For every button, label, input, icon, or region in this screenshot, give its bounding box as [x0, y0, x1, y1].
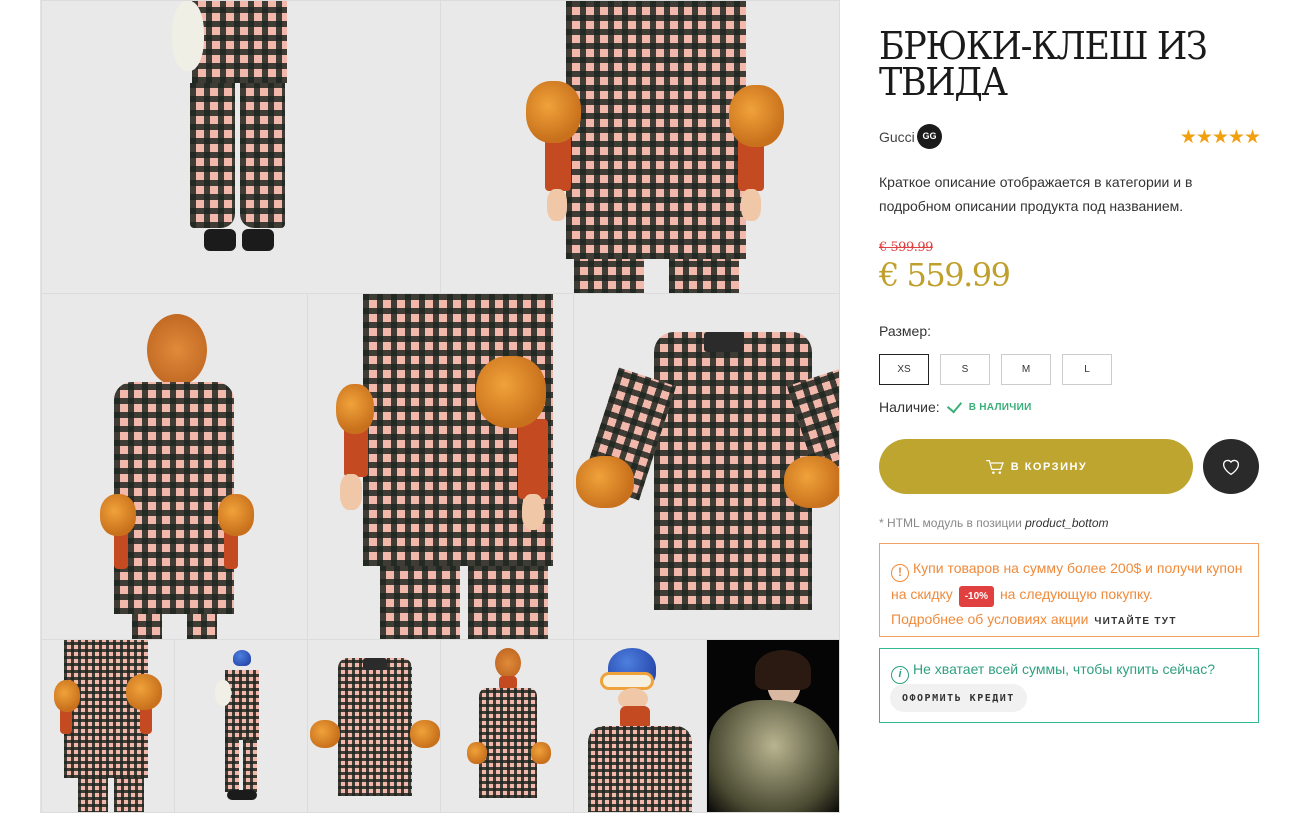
promo-text-2: на следующую покупку. — [999, 586, 1153, 602]
brand-name[interactable]: Gucci — [879, 129, 915, 145]
brand-logo-icon[interactable]: GG — [917, 124, 942, 149]
gallery-thumb-4[interactable] — [440, 639, 574, 813]
gallery-thumb-5[interactable] — [573, 639, 707, 813]
current-price: € 559.99 — [879, 256, 1011, 294]
gallery-thumb-1[interactable] — [41, 639, 175, 813]
heart-icon — [1222, 459, 1240, 475]
promo-box: ! Купи товаров на сумму более 200$ и полу… — [879, 543, 1259, 637]
html-module-note: * HTML модуль в позиции product_bottom — [879, 516, 1109, 530]
add-to-cart-button[interactable]: В КОРЗИНУ — [879, 439, 1193, 494]
availability: Наличие: В НАЛИЧИИ — [879, 397, 1032, 415]
discount-badge: -10% — [958, 586, 995, 607]
size-option-xs[interactable]: XS — [879, 354, 929, 385]
rating-stars: ★★★★★ — [1179, 127, 1261, 148]
gallery-image-4[interactable] — [307, 293, 574, 640]
cart-icon — [985, 459, 1004, 474]
html-module-position: product_bottom — [1025, 516, 1109, 530]
add-to-cart-label: В КОРЗИНУ — [1010, 460, 1088, 473]
size-selector: XS S M L — [879, 354, 1112, 385]
apply-credit-button[interactable]: ОФОРМИТЬ КРЕДИТ — [890, 684, 1027, 712]
gallery-image-5[interactable] — [573, 293, 840, 640]
brand-row: Gucci GG ★★★★★ — [879, 124, 1261, 150]
product-title: БРЮКИ-КЛЕШ ИЗ ТВИДА — [879, 24, 1208, 104]
old-price: € 599.99 — [879, 240, 933, 255]
html-module-prefix: * HTML модуль в позиции — [879, 516, 1022, 530]
size-option-s[interactable]: S — [940, 354, 990, 385]
wishlist-button[interactable] — [1203, 439, 1259, 494]
gallery-thumb-3[interactable] — [307, 639, 441, 813]
gallery-thumb-6[interactable] — [706, 639, 840, 813]
gallery-image-3[interactable] — [41, 293, 308, 640]
gallery-image-2[interactable] — [440, 0, 840, 294]
credit-box: i Не хватает всей суммы, чтобы купить сей… — [879, 648, 1259, 723]
credit-message: Не хватает всей суммы, чтобы купить сейч… — [913, 661, 1215, 677]
short-description: Краткое описание отображается в категори… — [879, 174, 1193, 214]
check-icon — [946, 397, 962, 413]
availability-label: Наличие: — [879, 399, 940, 415]
gallery-thumb-2[interactable] — [174, 639, 308, 813]
availability-status: В НАЛИЧИИ — [968, 401, 1032, 413]
size-option-l[interactable]: L — [1062, 354, 1112, 385]
promo-read-link[interactable]: ЧИТАЙТЕ ТУТ — [1094, 616, 1176, 627]
size-option-m[interactable]: M — [1001, 354, 1051, 385]
product-gallery — [40, 0, 840, 813]
exclamation-icon: ! — [891, 564, 909, 582]
info-icon: i — [891, 666, 909, 684]
size-label: Размер: — [879, 323, 932, 339]
gallery-image-1[interactable] — [41, 0, 441, 294]
promo-more-text: Подробнее об условиях акции — [891, 611, 1089, 627]
